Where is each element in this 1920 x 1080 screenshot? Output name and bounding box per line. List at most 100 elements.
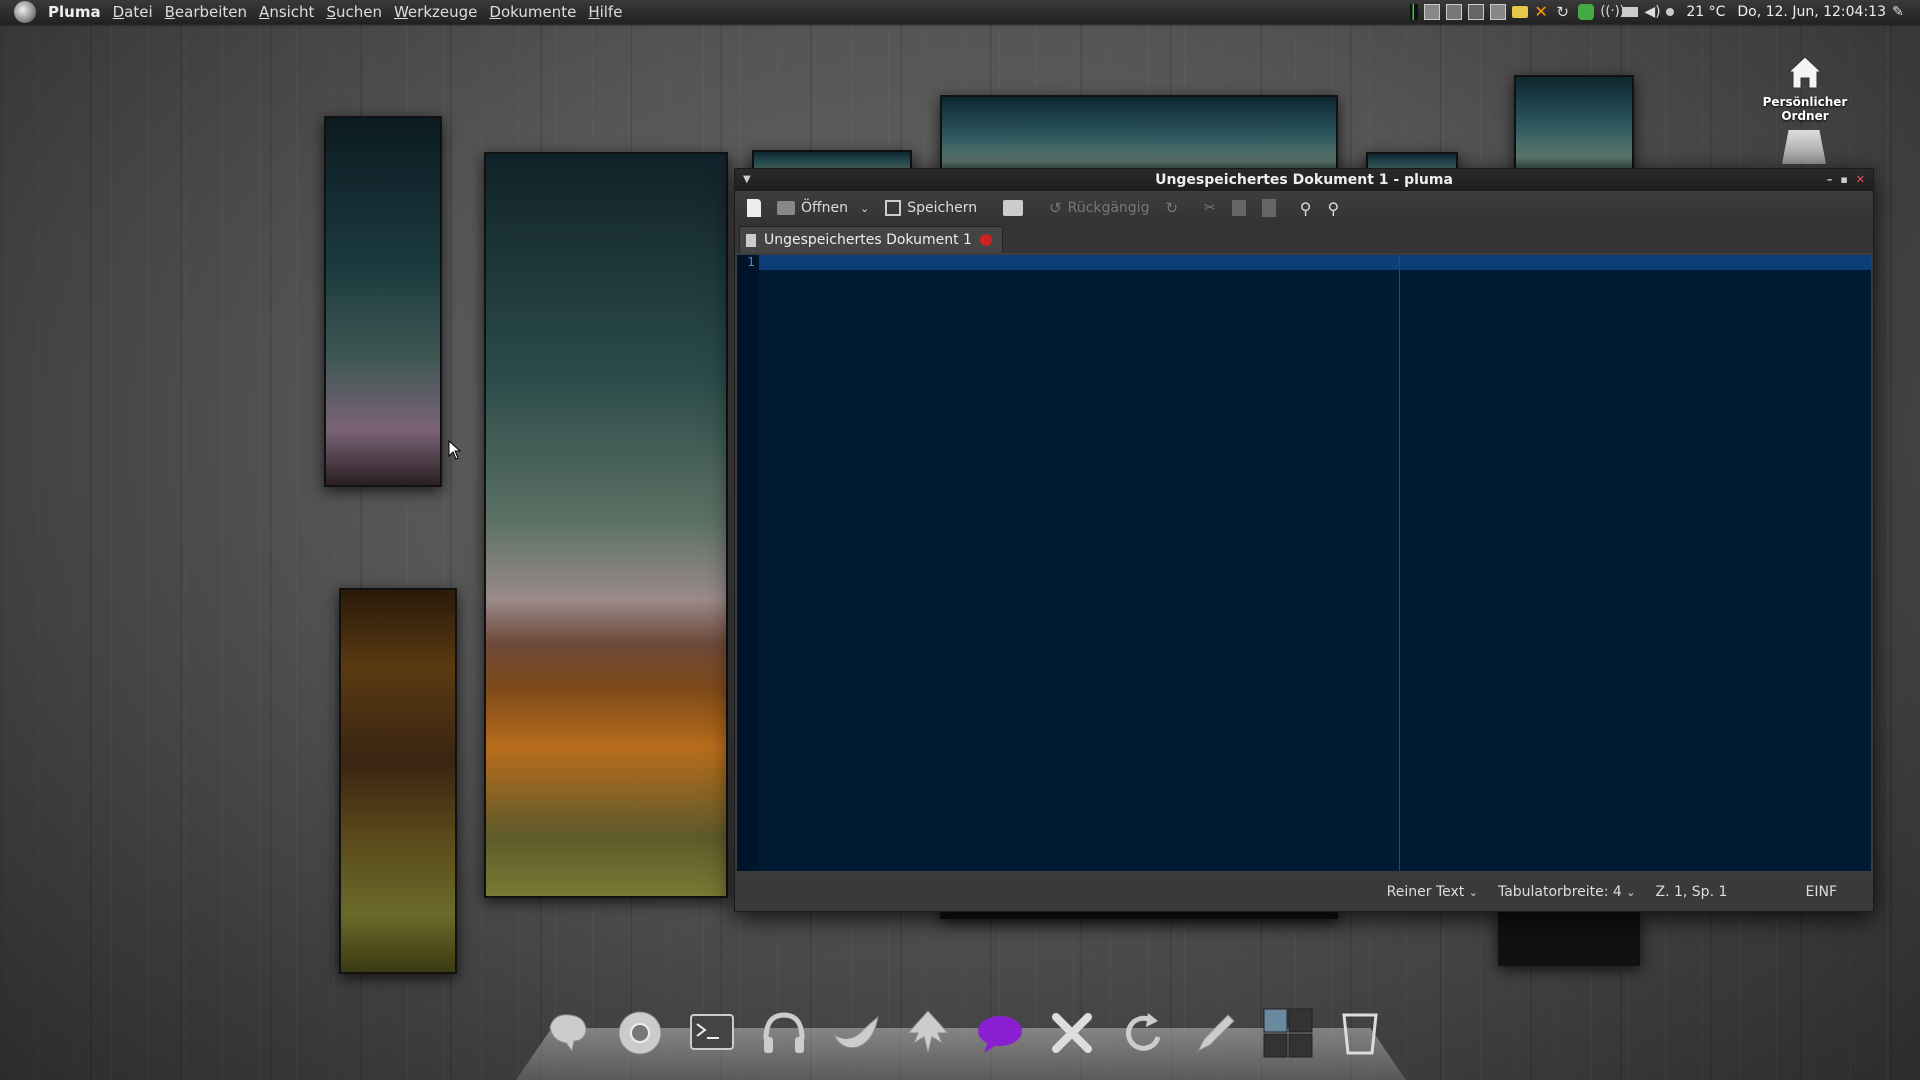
app-name: Pluma (48, 3, 101, 21)
right-margin-line (1399, 255, 1400, 871)
weather-icon[interactable] (1666, 8, 1675, 16)
folder-icon[interactable] (1512, 6, 1529, 18)
dock-chat[interactable] (972, 1005, 1028, 1061)
search-button[interactable]: ⚲ (1294, 196, 1318, 221)
pluma-window: ▼ Ungespeichertes Dokument 1 - pluma – ▪… (734, 168, 1874, 912)
toolbar: Öffnen ⌄ Speichern ↺ Rückgängig ↻ ✂ ⚲ ⚲ (735, 191, 1873, 225)
maximize-icon[interactable]: ▪ (1840, 169, 1847, 191)
chevron-down-icon: ⌄ (1468, 886, 1478, 899)
cursor-position: Z. 1, Sp. 1 (1655, 884, 1728, 900)
chromium-icon (618, 1011, 662, 1055)
dock-update[interactable] (1116, 1005, 1172, 1061)
keyboard-icon[interactable] (1622, 7, 1639, 17)
menu-suchen[interactable]: Suchen (326, 3, 382, 21)
chevron-down-icon[interactable]: ⌄ (860, 202, 869, 215)
pen-icon[interactable]: ✎ (1892, 4, 1908, 20)
dock-x-tools[interactable] (1044, 1005, 1100, 1061)
dock-terminal[interactable] (684, 1005, 740, 1061)
document-icon (746, 233, 756, 247)
menu-ansicht[interactable]: Ansicht (259, 3, 314, 21)
cut-button[interactable]: ✂ (1198, 197, 1222, 219)
clock[interactable]: Do, 12. Jun, 12:04:13 (1737, 4, 1886, 20)
undo-button[interactable]: ↺ Rückgängig (1043, 196, 1155, 220)
redo-button[interactable]: ↻ (1159, 196, 1184, 220)
headphones-icon (763, 1012, 805, 1053)
tab-close-icon[interactable] (979, 234, 992, 246)
line-number: 1 (747, 255, 755, 269)
tab-width-selector[interactable]: Tabulatorbreite: 4 ⌄ (1498, 884, 1636, 900)
dock-inkscape[interactable] (900, 1005, 956, 1061)
pidgin-icon (549, 1014, 587, 1053)
current-line-highlight (759, 255, 1871, 270)
menu-bearbeiten[interactable]: Bearbeiten (165, 3, 247, 21)
top-panel: Pluma Datei Bearbeiten Ansicht Suchen We… (0, 0, 1920, 24)
window-menu-icon[interactable]: ▼ (743, 169, 751, 191)
volume-icon[interactable]: ◀) (1644, 4, 1660, 20)
pen-icon (1196, 1014, 1235, 1053)
photo-frame (484, 152, 728, 898)
system-tray: ✕ ↻ ((·)) ◀) 21 °C Do, 12. Jun, 12:04:13… (1410, 0, 1908, 24)
open-button[interactable]: Öffnen ⌄ (771, 197, 875, 219)
photo-frame (324, 116, 442, 487)
tab-bar: Ungespeichertes Dokument 1 (735, 225, 1873, 253)
shield-icon[interactable] (1578, 4, 1595, 20)
chevron-down-icon: ⌄ (1626, 886, 1636, 899)
home-icon (1787, 56, 1823, 89)
menu-datei[interactable]: Datei (113, 3, 153, 21)
drive-icon[interactable] (1782, 130, 1826, 164)
copy-button[interactable] (1226, 197, 1252, 219)
new-document-icon (747, 199, 761, 217)
wireless-icon[interactable]: ((·)) (1600, 4, 1624, 20)
workspace-2-icon[interactable] (1446, 4, 1463, 20)
home-folder-shortcut[interactable]: Persönlicher Ordner (1740, 52, 1870, 123)
window-titlebar[interactable]: ▼ Ungespeichertes Dokument 1 - pluma – ▪… (735, 169, 1873, 191)
tab-unsaved-document-1[interactable]: Ungespeichertes Dokument 1 (739, 226, 1003, 253)
dock-audio[interactable] (756, 1005, 812, 1061)
dock-editor[interactable] (1188, 1005, 1244, 1061)
menu-dokumente[interactable]: Dokumente (489, 3, 576, 21)
redo-icon: ↻ (1165, 199, 1179, 217)
system-menu-icon[interactable] (14, 1, 36, 23)
text-editor[interactable]: 1 (737, 255, 1871, 871)
editor-text-area[interactable] (759, 255, 1871, 871)
home-folder-label: Persönlicher Ordner (1762, 95, 1848, 123)
new-document-button[interactable] (741, 196, 767, 220)
close-icon[interactable]: ✕ (1856, 169, 1865, 191)
language-selector[interactable]: Reiner Text ⌄ (1387, 884, 1478, 900)
line-number-gutter: 1 (737, 255, 759, 871)
menu-hilfe[interactable]: Hilfe (588, 3, 622, 21)
temperature[interactable]: 21 °C (1686, 4, 1725, 20)
sync-icon[interactable]: ↻ (1556, 4, 1572, 20)
inkscape-icon (906, 1010, 950, 1054)
save-button[interactable]: Speichern (879, 197, 983, 219)
terminal-icon (690, 1014, 734, 1050)
menu-werkzeuge[interactable]: Werkzeuge (394, 3, 477, 21)
open-label: Öffnen (801, 200, 849, 216)
photo-frame (1514, 75, 1634, 179)
minimize-icon[interactable]: – (1827, 169, 1833, 191)
tab-width-label: Tabulatorbreite: 4 (1497, 884, 1622, 900)
dock-trash[interactable] (1332, 1005, 1388, 1061)
workspace-4-icon[interactable] (1490, 4, 1507, 20)
tools-icon[interactable]: ✕ (1534, 4, 1550, 20)
dock-chromium[interactable] (612, 1005, 668, 1061)
workspace-3-icon[interactable] (1468, 4, 1485, 20)
dock-pidgin[interactable] (540, 1005, 596, 1061)
cut-icon: ✂ (1204, 200, 1216, 216)
print-button[interactable] (997, 197, 1029, 219)
folder-open-icon (777, 201, 795, 215)
battery-icon[interactable] (1410, 4, 1419, 20)
paste-button[interactable] (1256, 196, 1282, 220)
dock-workspace-switcher[interactable] (1260, 1005, 1316, 1061)
replace-button[interactable]: ⚲ (1321, 196, 1345, 221)
chat-bubble-icon (978, 1016, 1022, 1053)
window-title: Ungespeichertes Dokument 1 - pluma (1155, 172, 1453, 188)
workspace-1-icon[interactable] (1424, 4, 1441, 20)
x-tools-icon (1052, 1013, 1092, 1053)
search-icon: ⚲ (1299, 198, 1312, 218)
update-icon (1125, 1013, 1161, 1051)
dock-thunderbird[interactable] (828, 1005, 884, 1061)
copy-icon (1231, 200, 1246, 216)
photo-frame (1498, 910, 1640, 966)
undo-icon: ↺ (1049, 199, 1062, 217)
